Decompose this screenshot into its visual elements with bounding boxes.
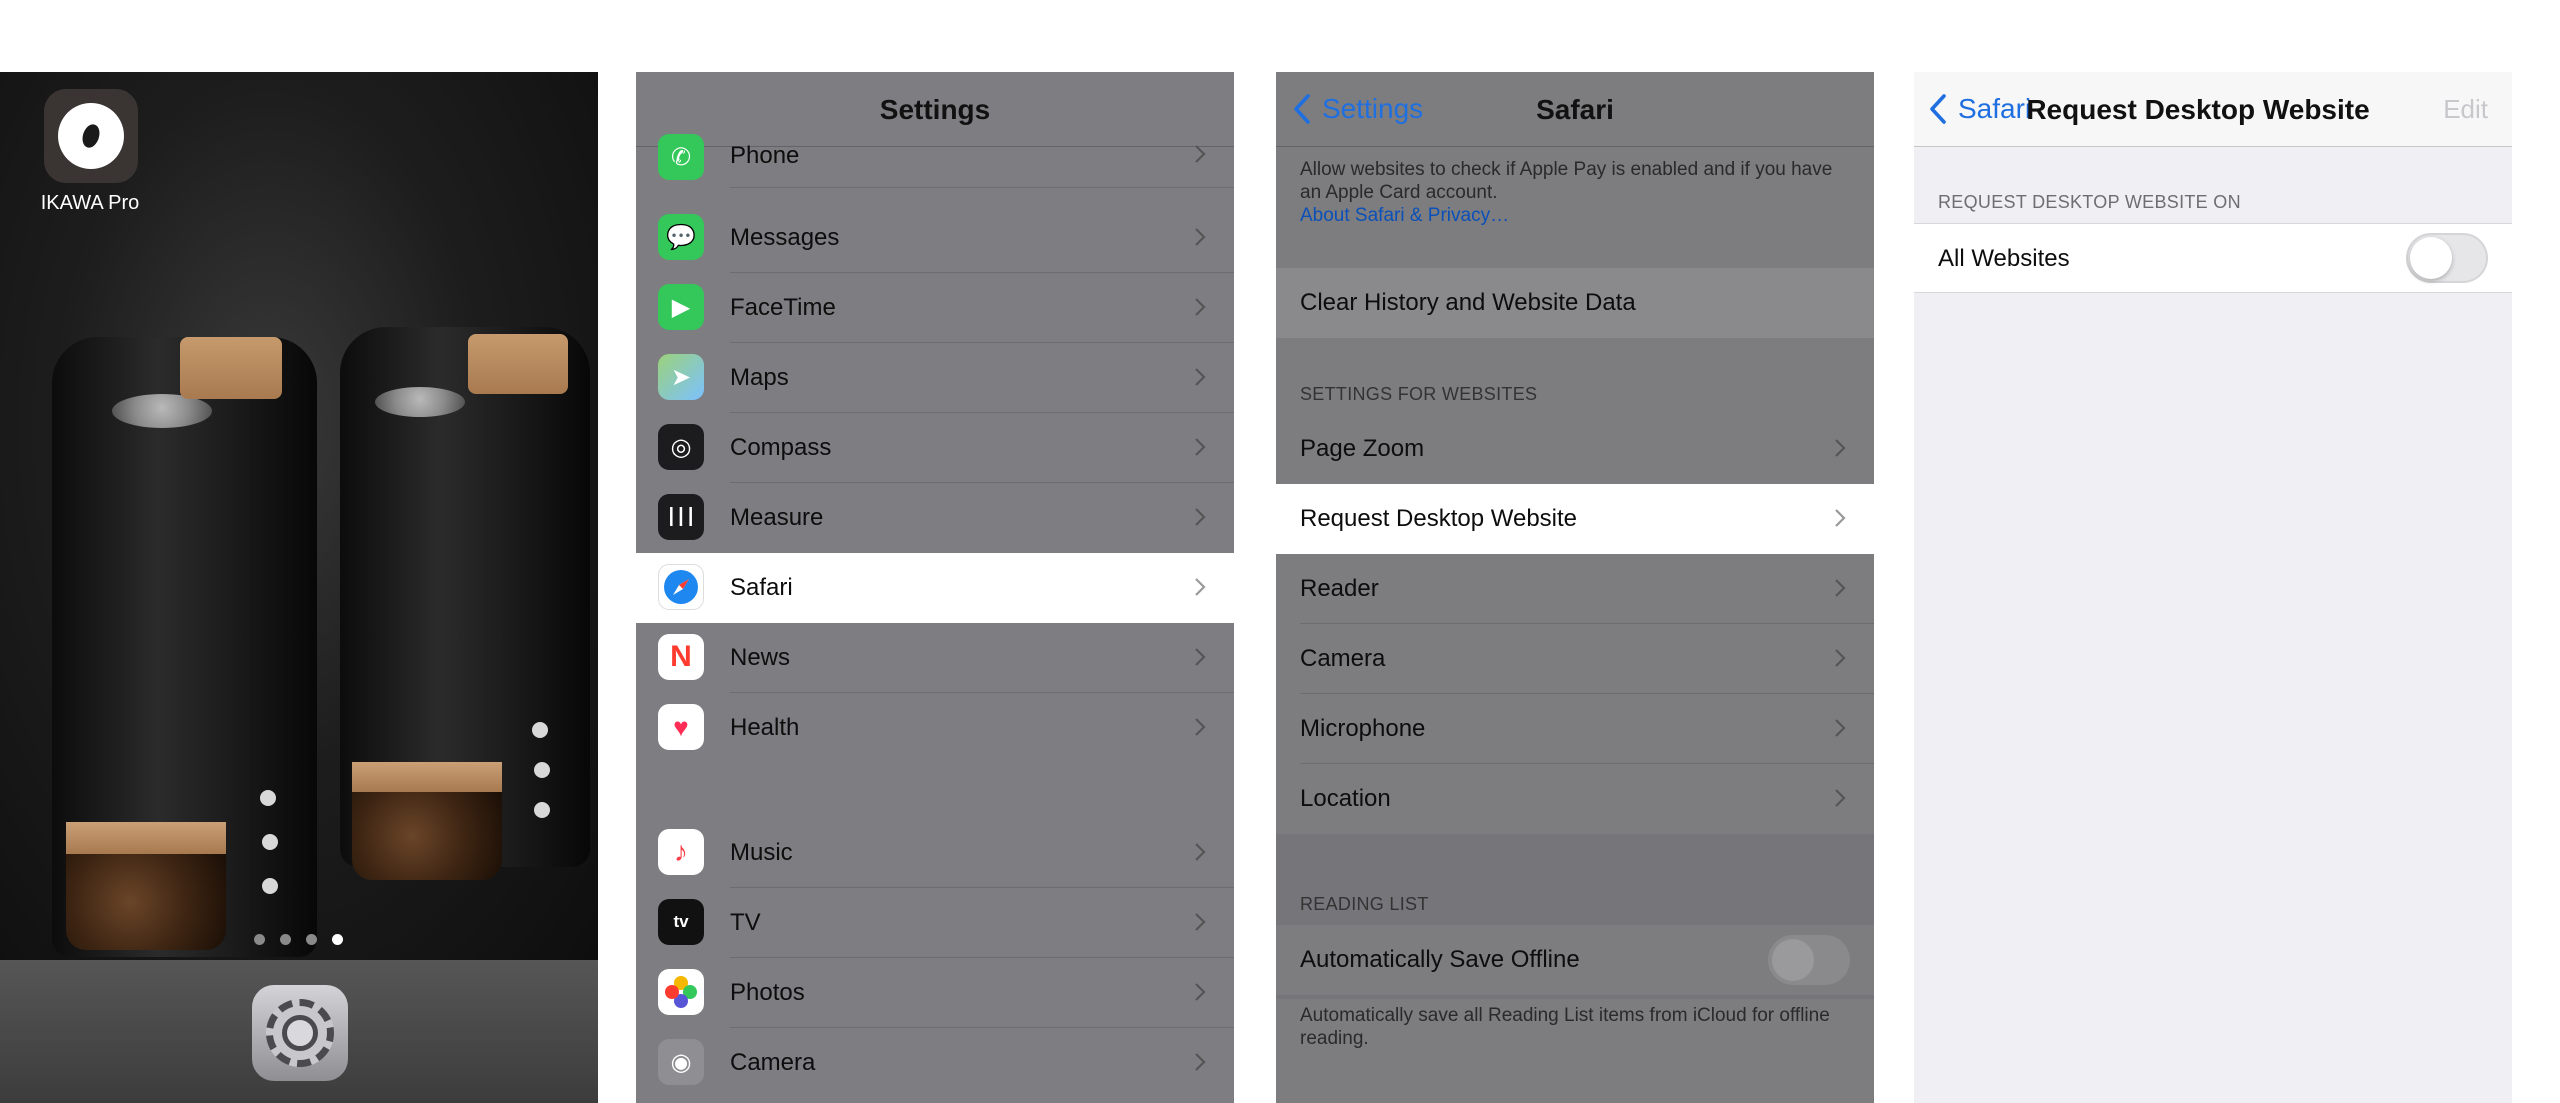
settings-item-compass[interactable]: ◎ Compass — [636, 413, 1234, 483]
safari-settings-screen: Settings Safari Allow websites to check … — [1276, 72, 1874, 1103]
all-websites-toggle[interactable] — [2406, 233, 2488, 283]
chevron-right-icon — [1835, 719, 1846, 737]
grinder-button — [532, 722, 548, 738]
settings-item-tv[interactable]: tv TV — [636, 888, 1234, 958]
auto-save-description: Automatically save all Reading List item… — [1300, 1005, 1830, 1049]
camera-icon: ◉ — [658, 1039, 704, 1085]
settings-item-microphone[interactable]: Microphone — [1276, 694, 1874, 764]
chevron-right-icon — [1835, 789, 1846, 807]
settings-item-camera[interactable]: ◉ Camera — [636, 1028, 1234, 1098]
settings-item-location[interactable]: Location — [1276, 764, 1874, 834]
chevron-right-icon — [1195, 368, 1206, 386]
chevron-right-icon — [1195, 578, 1206, 596]
settings-screen: Settings ✆ Phone 💬 Messages ▶ FaceTime ➤… — [636, 72, 1234, 1103]
auto-save-offline-toggle[interactable] — [1768, 935, 1850, 985]
settings-item-reader[interactable]: Reader — [1276, 554, 1874, 624]
grinder-band — [352, 762, 502, 792]
grinder-lid — [375, 387, 465, 417]
chevron-right-icon — [1195, 843, 1206, 861]
section-header: REQUEST DESKTOP WEBSITE ON — [1938, 192, 2241, 212]
grinder-button — [260, 790, 276, 806]
settings-item-music[interactable]: ♪ Music — [636, 818, 1234, 888]
grinder-button — [534, 762, 550, 778]
navigation-bar: Settings Safari — [1276, 72, 1874, 147]
grinder-button — [534, 802, 550, 818]
grinder-button — [262, 878, 278, 894]
settings-item-facetime[interactable]: ▶ FaceTime — [636, 273, 1234, 343]
chevron-right-icon — [1835, 649, 1846, 667]
chevron-right-icon — [1195, 983, 1206, 1001]
chevron-right-icon — [1195, 718, 1206, 736]
auto-save-offline-row: Automatically Save Offline — [1276, 925, 1874, 995]
music-icon: ♪ — [658, 829, 704, 875]
section-header: READING LIST — [1300, 894, 1429, 914]
facetime-icon: ▶ — [658, 284, 704, 330]
page-title: Request Desktop Website — [2026, 94, 2370, 125]
page-title: Safari — [1536, 94, 1614, 125]
settings-item-request-desktop-website[interactable]: Request Desktop Website — [1276, 484, 1874, 554]
settings-item-page-zoom[interactable]: Page Zoom — [1276, 414, 1874, 484]
page-dot[interactable] — [254, 934, 265, 945]
chevron-right-icon — [1195, 228, 1206, 246]
request-desktop-website-screen: Safari Request Desktop Website Edit REQU… — [1914, 72, 2512, 1103]
app-label: IKAWA Pro — [40, 192, 140, 214]
chevron-right-icon — [1195, 145, 1206, 163]
measure-icon: ┃┃┃ — [658, 494, 704, 540]
page-title: Settings — [879, 94, 991, 125]
settings-item-camera[interactable]: Camera — [1276, 624, 1874, 694]
page-dot[interactable] — [306, 934, 317, 945]
navigation-bar: Safari Request Desktop Website Edit — [1914, 72, 2512, 147]
grinder-band — [66, 822, 226, 854]
settings-item-measure[interactable]: ┃┃┃ Measure — [636, 483, 1234, 553]
privacy-description: Allow websites to check if Apple Pay is … — [1300, 159, 1833, 226]
grinder-cork — [180, 337, 282, 399]
tv-icon: tv — [658, 899, 704, 945]
settings-item-messages[interactable]: 💬 Messages — [636, 203, 1234, 273]
photos-icon — [658, 969, 704, 1015]
grinder-lid — [112, 394, 212, 428]
settings-item-safari[interactable]: Safari — [636, 553, 1234, 623]
settings-item-news[interactable]: N News — [636, 623, 1234, 693]
page-dot[interactable] — [280, 934, 291, 945]
chevron-right-icon — [1195, 648, 1206, 666]
chevron-right-icon — [1195, 508, 1206, 526]
settings-item-maps[interactable]: ➤ Maps — [636, 343, 1234, 413]
settings-item-phone[interactable]: ✆ Phone — [636, 134, 1234, 188]
page-dot-active[interactable] — [332, 934, 343, 945]
coffee-beans-jar — [352, 792, 502, 880]
settings-item-photos[interactable]: Photos — [636, 958, 1234, 1028]
messages-icon: 💬 — [658, 214, 704, 260]
about-safari-privacy-link[interactable]: About Safari & Privacy… — [1300, 205, 1509, 226]
chevron-right-icon — [1195, 1053, 1206, 1071]
settings-app-icon[interactable] — [252, 985, 348, 1081]
news-icon: N — [658, 634, 704, 680]
all-websites-row: All Websites — [1914, 223, 2512, 293]
chevron-right-icon — [1195, 298, 1206, 316]
phone-icon: ✆ — [658, 134, 704, 180]
chevron-right-icon — [1835, 509, 1846, 527]
edit-button[interactable]: Edit — [2443, 94, 2488, 125]
compass-icon: ◎ — [658, 424, 704, 470]
section-header: SETTINGS FOR WEBSITES — [1300, 384, 1538, 404]
chevron-right-icon — [1195, 913, 1206, 931]
coffee-beans-jar — [66, 854, 226, 950]
coffee-bean-icon — [58, 103, 124, 169]
chevron-left-icon — [1930, 94, 1946, 124]
settings-item-health[interactable]: ♥ Health — [636, 693, 1234, 763]
maps-icon: ➤ — [658, 354, 704, 400]
chevron-right-icon — [1835, 579, 1846, 597]
safari-icon — [658, 564, 704, 610]
grinder-button — [262, 834, 278, 850]
health-icon: ♥ — [658, 704, 704, 750]
chevron-right-icon — [1195, 438, 1206, 456]
ikawa-pro-app-icon[interactable] — [44, 89, 138, 183]
grinder-cork — [468, 334, 568, 394]
home-screen: IKAWA Pro — [0, 72, 598, 1103]
clear-history-button[interactable]: Clear History and Website Data — [1276, 268, 1874, 338]
chevron-right-icon — [1835, 439, 1846, 457]
